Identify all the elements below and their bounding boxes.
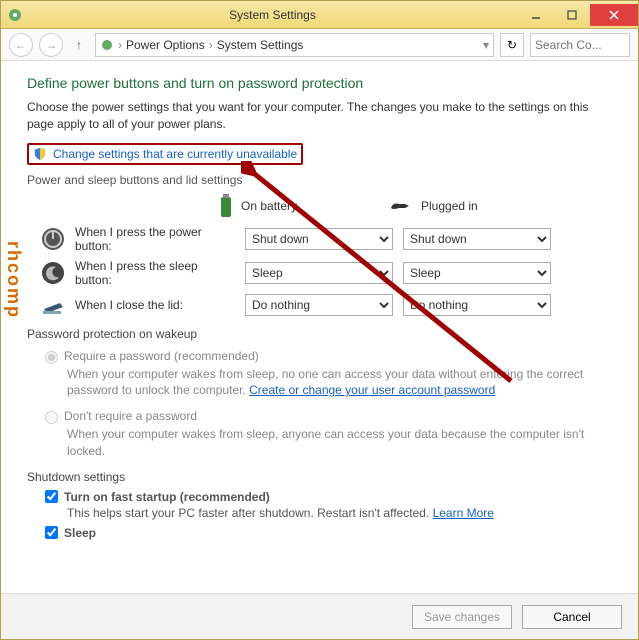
page-description: Choose the power settings that you want … bbox=[27, 99, 614, 133]
row-label: When I press the power button: bbox=[75, 225, 235, 253]
require-password-desc: When your computer wakes from sleep, no … bbox=[67, 366, 614, 400]
plug-icon bbox=[389, 198, 415, 214]
laptop-icon bbox=[41, 293, 65, 317]
refresh-button[interactable]: ↻ bbox=[500, 33, 524, 57]
radio-label: Require a password (recommended) bbox=[64, 349, 259, 363]
power-button-row: When I press the power button: Shut down… bbox=[41, 225, 614, 253]
fast-startup-checkbox[interactable] bbox=[45, 490, 58, 503]
breadcrumb-item[interactable]: System Settings bbox=[217, 38, 304, 52]
moon-icon bbox=[41, 261, 65, 285]
checkbox-label: Turn on fast startup (recommended) bbox=[64, 490, 270, 504]
on-battery-header: On battery bbox=[217, 193, 369, 219]
change-settings-link-row: Change settings that are currently unava… bbox=[27, 143, 303, 165]
shutdown-section: Shutdown settings Turn on fast startup (… bbox=[27, 470, 614, 540]
sleep-battery-select[interactable]: Sleep bbox=[245, 262, 393, 284]
window-title: System Settings bbox=[27, 8, 518, 22]
content-pane: Define power buttons and turn on passwor… bbox=[1, 61, 638, 639]
sleep-checkbox[interactable] bbox=[45, 526, 58, 539]
watermark: rhcomp bbox=[3, 241, 24, 319]
save-button[interactable]: Save changes bbox=[412, 605, 512, 629]
power-plugged-select[interactable]: Shut down bbox=[403, 228, 551, 250]
checkbox-label: Sleep bbox=[64, 526, 96, 540]
plugged-in-header: Plugged in bbox=[389, 193, 541, 219]
fast-startup-row: Turn on fast startup (recommended) bbox=[45, 490, 614, 504]
up-button[interactable]: ↑ bbox=[69, 35, 89, 55]
control-panel-icon bbox=[100, 38, 114, 52]
page-heading: Define power buttons and turn on passwor… bbox=[27, 75, 614, 91]
app-icon bbox=[7, 7, 23, 23]
no-password-desc: When your computer wakes from sleep, any… bbox=[67, 426, 614, 460]
fast-startup-desc: This helps start your PC faster after sh… bbox=[67, 506, 614, 520]
maximize-button[interactable] bbox=[554, 4, 590, 26]
forward-button[interactable]: → bbox=[39, 33, 63, 57]
row-label: When I close the lid: bbox=[75, 298, 235, 312]
power-icon bbox=[41, 227, 65, 251]
battery-icon bbox=[217, 193, 235, 219]
buttons-subhead: Power and sleep buttons and lid settings bbox=[27, 173, 614, 187]
footer: Save changes Cancel bbox=[1, 593, 638, 639]
toolbar: ← → ↑ › Power Options › System Settings … bbox=[1, 29, 638, 61]
column-headers: On battery Plugged in bbox=[217, 193, 614, 219]
titlebar: System Settings bbox=[1, 1, 638, 29]
password-section: Password protection on wakeup Require a … bbox=[27, 327, 614, 460]
back-button[interactable]: ← bbox=[9, 33, 33, 57]
power-battery-select[interactable]: Shut down bbox=[245, 228, 393, 250]
lid-plugged-select[interactable]: Do nothing bbox=[403, 294, 551, 316]
lid-battery-select[interactable]: Do nothing bbox=[245, 294, 393, 316]
radio-label: Don't require a password bbox=[64, 409, 197, 423]
password-subhead: Password protection on wakeup bbox=[27, 327, 614, 341]
close-button[interactable] bbox=[590, 4, 638, 26]
chevron-right-icon: › bbox=[209, 38, 213, 52]
search-input[interactable] bbox=[530, 33, 630, 57]
sleep-button-row: When I press the sleep button: Sleep Sle… bbox=[41, 259, 614, 287]
lid-row: When I close the lid: Do nothing Do noth… bbox=[41, 293, 614, 317]
breadcrumb[interactable]: › Power Options › System Settings ▾ bbox=[95, 33, 494, 57]
sleep-checkbox-row: Sleep bbox=[45, 526, 614, 540]
create-password-link[interactable]: Create or change your user account passw… bbox=[249, 383, 495, 397]
change-settings-link[interactable]: Change settings that are currently unava… bbox=[53, 147, 297, 161]
require-password-radio[interactable] bbox=[45, 351, 58, 364]
cancel-button[interactable]: Cancel bbox=[522, 605, 622, 629]
shutdown-subhead: Shutdown settings bbox=[27, 470, 614, 484]
chevron-right-icon: › bbox=[118, 38, 122, 52]
minimize-button[interactable] bbox=[518, 4, 554, 26]
require-password-radio-row: Require a password (recommended) bbox=[45, 349, 614, 364]
learn-more-link[interactable]: Learn More bbox=[433, 506, 494, 520]
shield-icon bbox=[33, 147, 47, 161]
row-label: When I press the sleep button: bbox=[75, 259, 235, 287]
breadcrumb-item[interactable]: Power Options bbox=[126, 38, 205, 52]
no-password-radio[interactable] bbox=[45, 411, 58, 424]
sleep-plugged-select[interactable]: Sleep bbox=[403, 262, 551, 284]
chevron-down-icon[interactable]: ▾ bbox=[483, 38, 489, 52]
no-password-radio-row: Don't require a password bbox=[45, 409, 614, 424]
